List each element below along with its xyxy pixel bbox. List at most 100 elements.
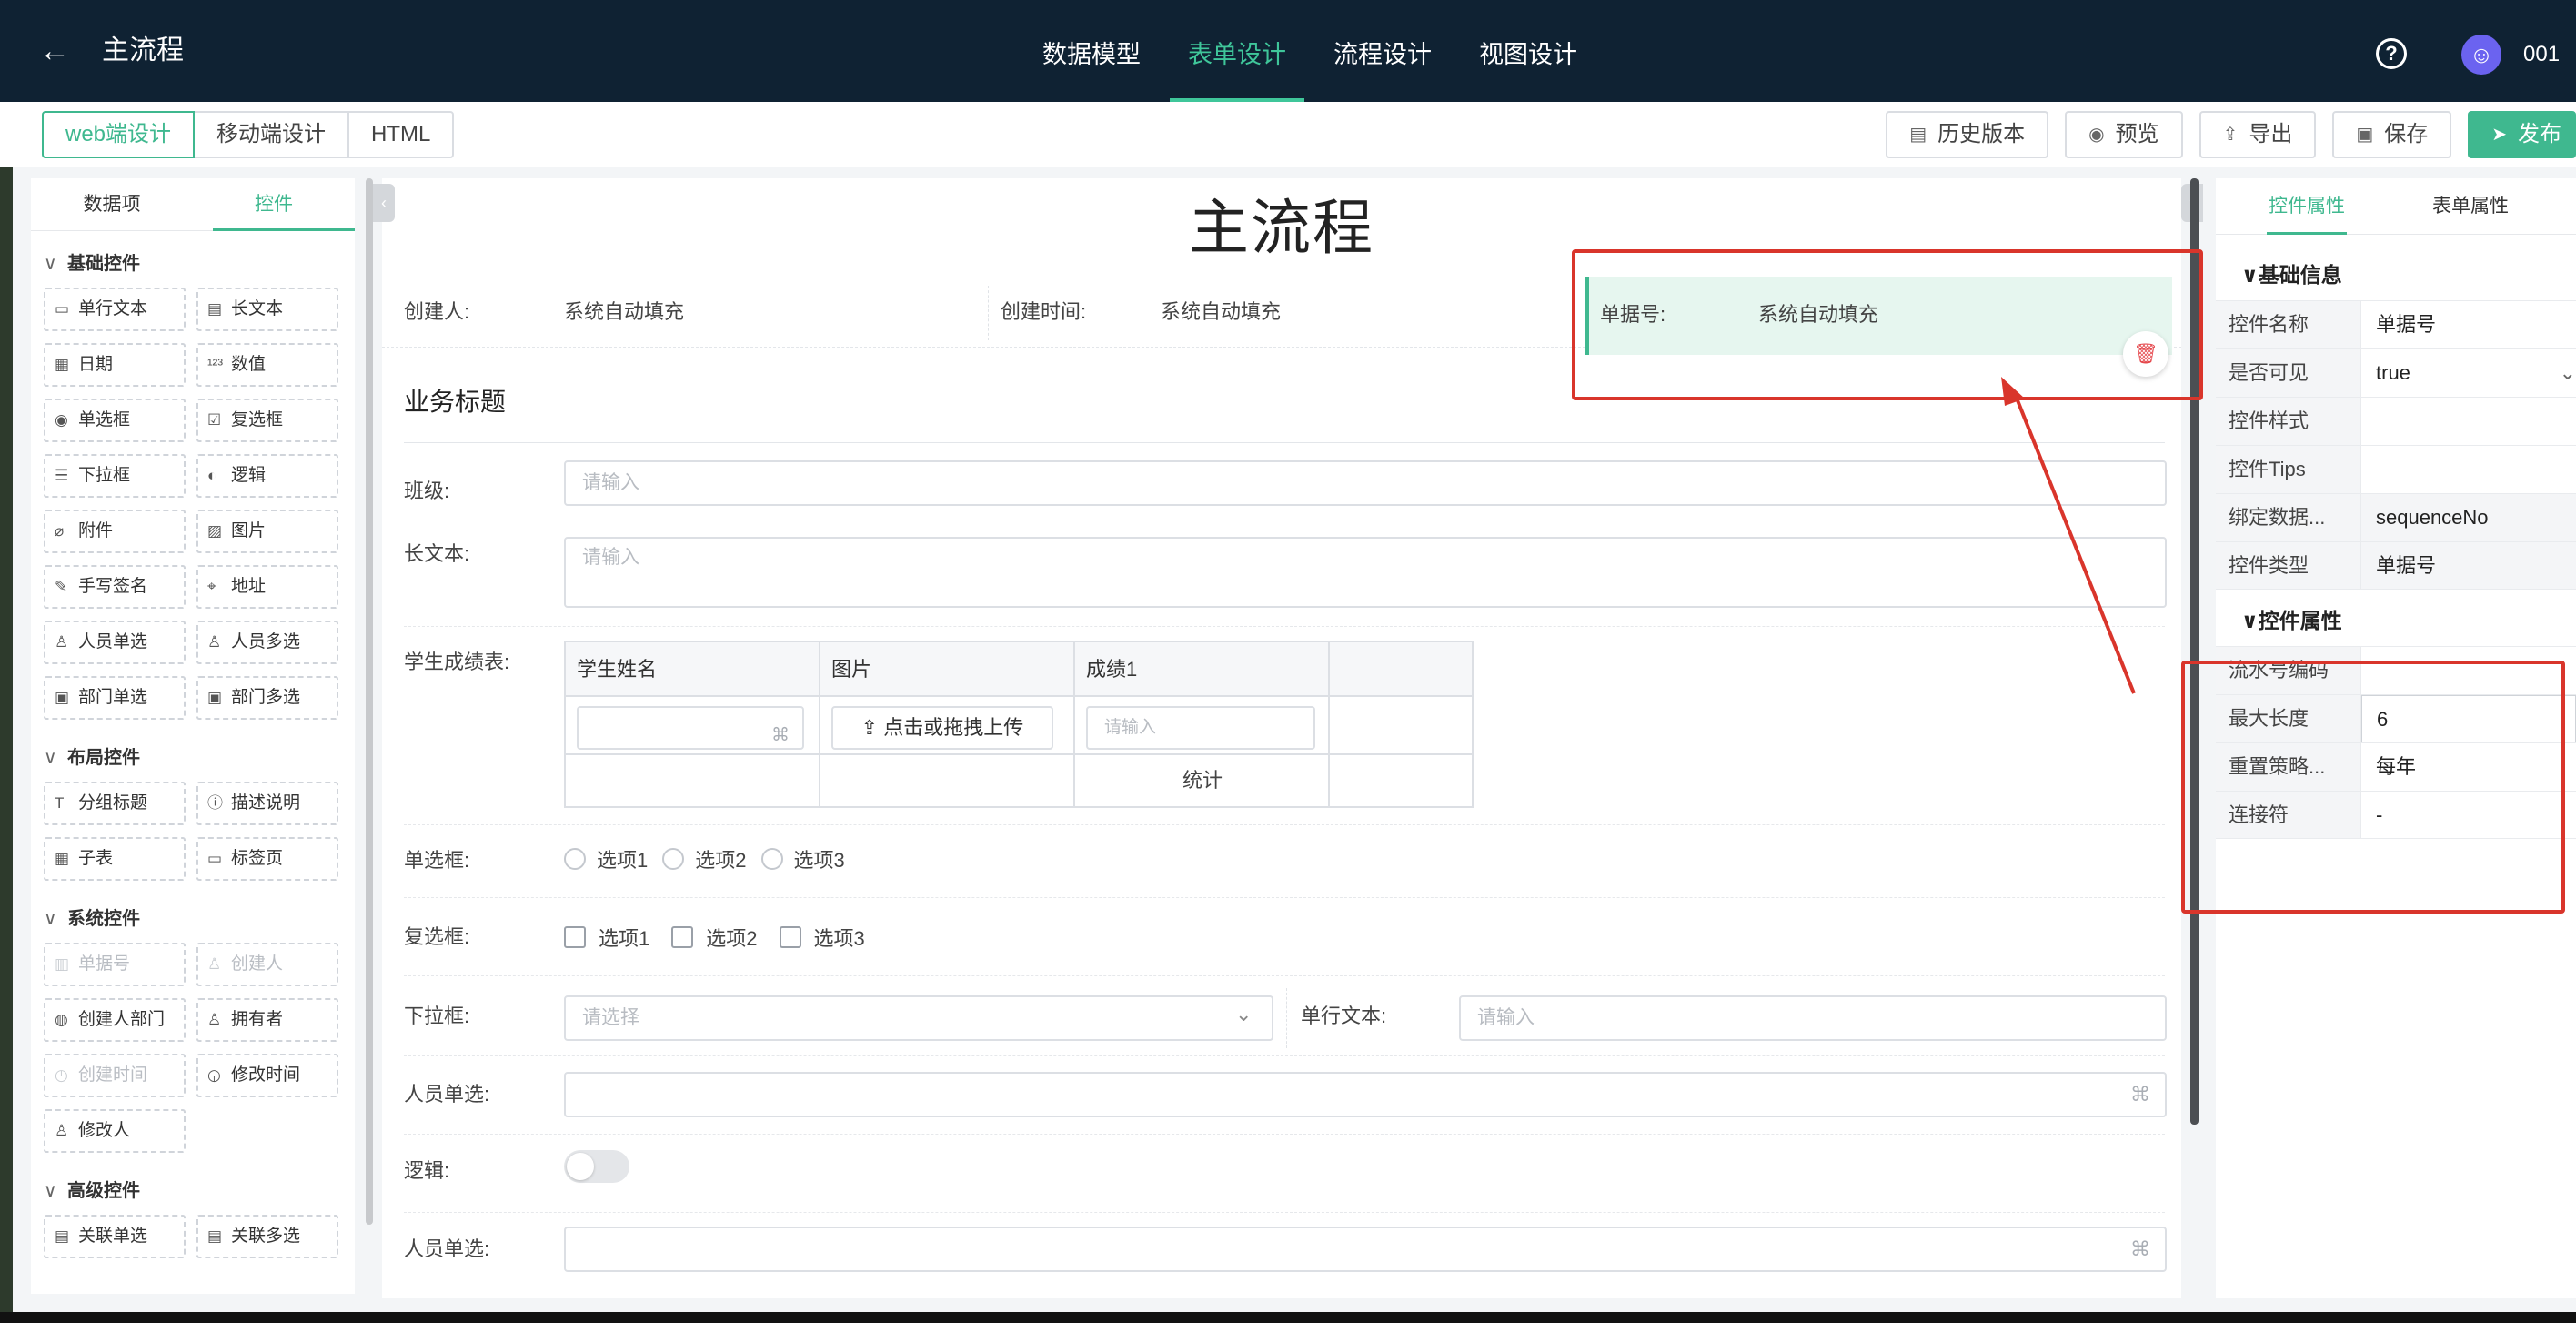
preview-button[interactable]: ◉ 预览	[2065, 111, 2183, 158]
control-props-heading[interactable]: ∨控件属性	[2216, 595, 2576, 646]
nav-data-model[interactable]: 数据模型	[1024, 0, 1159, 102]
ctrl-attachment[interactable]: ⌀ 附件	[44, 510, 186, 553]
person-select-input-2[interactable]: ⌘	[564, 1227, 2167, 1272]
dropdown-select[interactable]: 请选择	[564, 995, 1273, 1041]
ctrl-creator-dept[interactable]: ◍ 创建人部门	[44, 998, 186, 1042]
org-chart-icon: ⌘	[771, 725, 790, 745]
person-select-input[interactable]: ⌘	[564, 1072, 2167, 1117]
control-tips-input[interactable]	[2361, 446, 2576, 493]
radio-option[interactable]: 选项1	[564, 844, 648, 874]
ctrl-address[interactable]: ⌖ 地址	[196, 565, 338, 609]
ctrl-description[interactable]: ⓘ 描述说明	[196, 782, 338, 825]
checkbox-option[interactable]: 选项2	[671, 923, 758, 952]
person-select-label-2: 人员单选:	[404, 1237, 490, 1260]
tab-control-properties[interactable]: 控件属性	[2225, 178, 2389, 235]
student-name-input[interactable]: ⌘	[577, 706, 804, 750]
tab-data-items[interactable]: 数据项	[31, 178, 193, 230]
chevron-down-icon[interactable]: ⌄	[1235, 1003, 1252, 1026]
ctrl-date[interactable]: ▦ 日期	[44, 343, 186, 387]
ctrl-dropdown[interactable]: ☰ 下拉框	[44, 454, 186, 498]
visible-select[interactable]: true ⌄	[2361, 349, 2576, 397]
col-divider	[819, 642, 820, 806]
single-text-input[interactable]: 请输入	[1459, 995, 2167, 1041]
tab-html[interactable]: HTML	[347, 111, 455, 158]
ctrl-checkbox[interactable]: ☑ 复选框	[196, 399, 338, 442]
tab-web-design[interactable]: web端设计	[42, 111, 196, 158]
ctrl-subtable[interactable]: ▦ 子表	[44, 837, 186, 881]
ctrl-tab-page[interactable]: ▭ 标签页	[196, 837, 338, 881]
collapse-left-panel-button[interactable]: ‹	[373, 184, 395, 222]
tab-form-properties[interactable]: 表单属性	[2389, 178, 2552, 234]
section-title[interactable]: 业务标题	[404, 384, 506, 420]
advanced-controls-heading[interactable]: ∨ 高级控件	[44, 1173, 340, 1209]
layout-controls-heading[interactable]: ∨ 布局控件	[44, 740, 340, 776]
ctrl-group-title[interactable]: T 分组标题	[44, 782, 186, 825]
long-text-label: 长文本:	[404, 542, 470, 565]
left-panel-scrollbar[interactable]	[366, 178, 373, 1225]
tab-controls[interactable]: 控件	[193, 178, 355, 231]
long-text-textarea[interactable]: 请输入	[564, 537, 2167, 608]
ctrl-single-text[interactable]: ▭ 单行文本	[44, 288, 186, 331]
control-type-value: 单据号	[2361, 542, 2576, 589]
nav-view-design[interactable]: 视图设计	[1461, 0, 1595, 102]
ctrl-dept-multi[interactable]: ▣ 部门多选	[196, 676, 338, 720]
created-time-label: 创建时间:	[1001, 300, 1087, 323]
export-button[interactable]: ⇪ 导出	[2199, 111, 2317, 158]
ctrl-number[interactable]: ¹²³ 数值	[196, 343, 338, 387]
checkbox-option[interactable]: 选项1	[564, 923, 649, 952]
row-divider	[404, 897, 2165, 898]
ctrl-signature[interactable]: ✎ 手写签名	[44, 565, 186, 609]
calendar-icon: ▦	[55, 356, 70, 373]
user-name[interactable]: 001	[2523, 36, 2560, 73]
basic-info-heading[interactable]: ∨基础信息	[2216, 249, 2576, 300]
radio-option[interactable]: 选项2	[662, 844, 747, 874]
checkbox-square	[779, 926, 801, 948]
ctrl-sequence-no: ▥ 单据号	[44, 943, 186, 986]
ctrl-long-text[interactable]: ▤ 长文本	[196, 288, 338, 331]
window-edge	[0, 167, 13, 1312]
user-icon: ♙	[207, 1011, 222, 1028]
ctrl-relation-single[interactable]: ▤ 关联单选	[44, 1215, 186, 1258]
ctrl-radio[interactable]: ◉ 单选框	[44, 399, 186, 442]
nav-process-design[interactable]: 流程设计	[1315, 0, 1450, 102]
ctrl-relation-multi[interactable]: ▤ 关联多选	[196, 1215, 338, 1258]
ctrl-person-single[interactable]: ♙ 人员单选	[44, 621, 186, 664]
ctrl-label: 部门多选	[231, 688, 301, 707]
top-header: ← 主流程 数据模型 表单设计 流程设计 视图设计 ? ☺ 001	[0, 0, 2576, 102]
radio-option[interactable]: 选项3	[760, 844, 845, 874]
table-icon: ▦	[55, 850, 70, 867]
ctrl-image[interactable]: ▨ 图片	[196, 510, 338, 553]
system-controls-heading[interactable]: ∨ 系统控件	[44, 901, 340, 937]
ctrl-label: 单选框	[78, 410, 131, 429]
single-text-label: 单行文本:	[1301, 1005, 1387, 1027]
checkbox-option[interactable]: 选项3	[779, 923, 865, 952]
save-button[interactable]: ▣ 保存	[2332, 111, 2452, 158]
prop-key: 控件名称	[2216, 301, 2361, 348]
ctrl-label: 人员单选	[78, 632, 148, 651]
ctrl-modifier[interactable]: ♙ 修改人	[44, 1109, 186, 1153]
avatar[interactable]: ☺	[2461, 35, 2501, 75]
history-version-button[interactable]: ▤ 历史版本	[1886, 111, 2049, 158]
ctrl-dept-single[interactable]: ▣ 部门单选	[44, 676, 186, 720]
question-circle-icon[interactable]: ?	[2376, 38, 2407, 69]
ctrl-owner[interactable]: ♙ 拥有者	[196, 998, 338, 1042]
control-name-input[interactable]: 单据号	[2361, 301, 2576, 348]
nav-form-design[interactable]: 表单设计	[1170, 0, 1304, 102]
ctrl-label: 长文本	[231, 299, 284, 318]
score-input[interactable]: 请输入	[1086, 706, 1315, 750]
back-arrow-icon[interactable]: ←	[35, 31, 75, 71]
ctrl-modified-time[interactable]: ◶ 修改时间	[196, 1054, 338, 1097]
checkbox-square	[564, 926, 586, 948]
dropdown-icon: ☰	[55, 467, 69, 484]
upload-button[interactable]: ⇪ 点击或拖拽上传	[831, 706, 1053, 750]
logic-toggle[interactable]	[564, 1150, 629, 1183]
basic-controls-heading[interactable]: ∨ 基础控件	[44, 246, 340, 282]
tab-mobile-design[interactable]: 移动端设计	[193, 111, 350, 158]
control-style-input[interactable]	[2361, 398, 2576, 445]
ctrl-person-multi[interactable]: ♙ 人员多选	[196, 621, 338, 664]
publish-button[interactable]: ➤ 发布	[2468, 111, 2576, 158]
class-input[interactable]: 请输入	[564, 460, 2167, 506]
field-divider	[988, 286, 989, 340]
user-icon: ♙	[55, 633, 69, 651]
ctrl-logic[interactable]: ◐ 逻辑	[196, 454, 338, 498]
